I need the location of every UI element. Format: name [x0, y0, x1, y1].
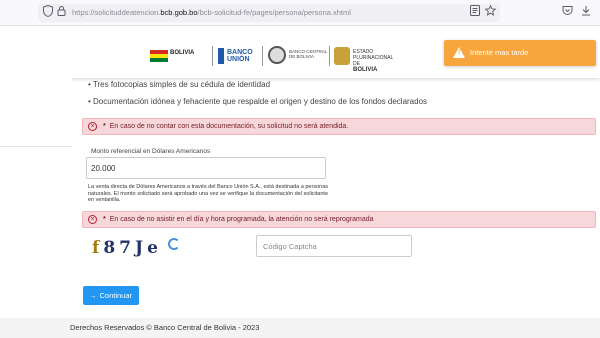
captcha-input[interactable] [256, 235, 412, 257]
logo-divider [212, 46, 213, 66]
lock-icon[interactable] [57, 5, 66, 22]
url-text: https://solicituddeatencion.bcb.gob.bo/b… [72, 8, 351, 17]
download-icon[interactable] [581, 5, 591, 22]
bcb-logo: BANCO CENTRAL DE BOLIVIA [268, 46, 328, 64]
sidebar-panel [0, 78, 72, 318]
browser-toolbar: https://solicituddeatencion.bcb.gob.bo/b… [0, 0, 600, 26]
captcha-image: f87Je [90, 236, 186, 260]
list-item: • Tres fotocopias simples de su cédula d… [88, 80, 271, 89]
schedule-alert: × * En caso de no asistir en el día y hor… [82, 211, 596, 228]
arrow-right-icon: → [89, 291, 97, 300]
shield-icon[interactable] [43, 4, 53, 23]
sidebar-divider [0, 146, 72, 147]
sale-note: La venta directa de Dólares Americanos a… [88, 184, 329, 203]
toast-message: Intente mas tarde [470, 48, 529, 57]
list-item: • Documentación idónea y fehaciente que … [88, 97, 428, 106]
continue-button[interactable]: → Continuar [83, 286, 139, 305]
bcb-seal-icon [268, 46, 286, 64]
star-icon[interactable] [484, 4, 497, 22]
amount-input[interactable] [86, 157, 326, 179]
reader-icon[interactable] [470, 5, 480, 22]
documentation-alert: × * En caso de no contar con esta documen… [82, 118, 596, 135]
error-icon: × [88, 215, 97, 224]
banco-union-logo: BANCO UNIÓN [218, 48, 258, 64]
error-icon: × [88, 122, 97, 131]
page-footer: Derechos Reservados © Banco Central de B… [0, 318, 600, 338]
copyright-text: Derechos Reservados © Banco Central de B… [70, 323, 260, 332]
coat-of-arms-icon [334, 47, 350, 65]
logo-divider [262, 46, 263, 66]
refresh-captcha-icon[interactable] [168, 238, 180, 250]
pocket-icon[interactable] [562, 5, 573, 22]
amount-label: Monto referencial en Dólares Americanos [91, 148, 211, 155]
bolivia-logo: BOLIVIA [150, 48, 214, 64]
warning-icon [453, 47, 465, 58]
requirements-list: • Tres fotocopias simples de su cédula d… [88, 78, 427, 109]
estado-plurinacional-logo: ESTADO PLURINACIONAL DE BOLIVIA [334, 47, 393, 73]
logo-divider [329, 46, 330, 66]
warning-toast[interactable]: Intente mas tarde [444, 40, 596, 66]
